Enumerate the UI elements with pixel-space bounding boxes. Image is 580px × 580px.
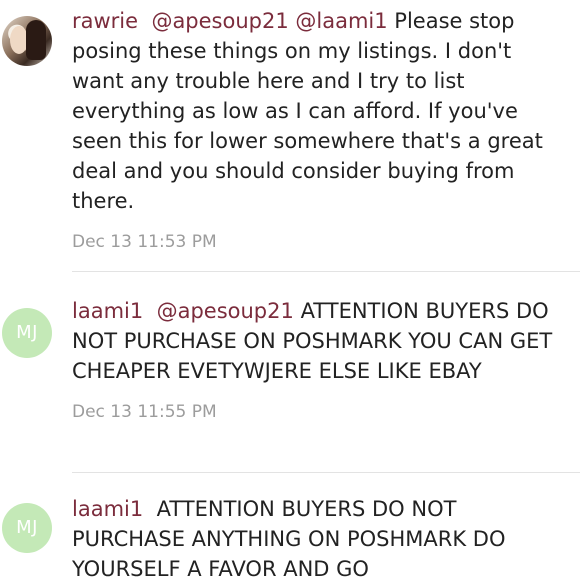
user-avatar[interactable]: MJ: [2, 503, 52, 553]
comment-username[interactable]: laami1: [72, 497, 143, 521]
comment-divider: [72, 271, 580, 272]
comment-text: rawrie @apesoup21 @laami1 Please stop po…: [72, 6, 562, 216]
avatar-hair: [26, 20, 46, 60]
comment-body: rawrie @apesoup21 @laami1 Please stop po…: [72, 6, 562, 252]
user-avatar[interactable]: [2, 16, 52, 66]
comment-message: ATTENTION BUYERS DO NOT PURCHASE ON POSH…: [72, 299, 553, 383]
comment-username[interactable]: laami1: [72, 299, 143, 323]
comment-mentions[interactable]: @apesoup21: [157, 299, 294, 323]
comment-body: laami1 @apesoup21 ATTENTION BUYERS DO NO…: [72, 296, 562, 422]
comment-timestamp: Dec 13 11:53 PM: [72, 232, 217, 252]
comment-mentions[interactable]: @apesoup21 @laami1: [151, 9, 387, 33]
comment-body: laami1 ATTENTION BUYERS DO NOT PURCHASE …: [72, 494, 562, 580]
user-avatar[interactable]: MJ: [2, 308, 52, 358]
comment-message: Please stop posing these things on my li…: [72, 9, 543, 213]
comment-username[interactable]: rawrie: [72, 9, 138, 33]
comment-text: laami1 @apesoup21 ATTENTION BUYERS DO NO…: [72, 296, 562, 386]
comment-divider: [72, 472, 580, 473]
comment-feed: rawrie @apesoup21 @laami1 Please stop po…: [0, 0, 580, 580]
comment-text: laami1 ATTENTION BUYERS DO NOT PURCHASE …: [72, 494, 562, 580]
comment-timestamp: Dec 13 11:55 PM: [72, 402, 217, 422]
